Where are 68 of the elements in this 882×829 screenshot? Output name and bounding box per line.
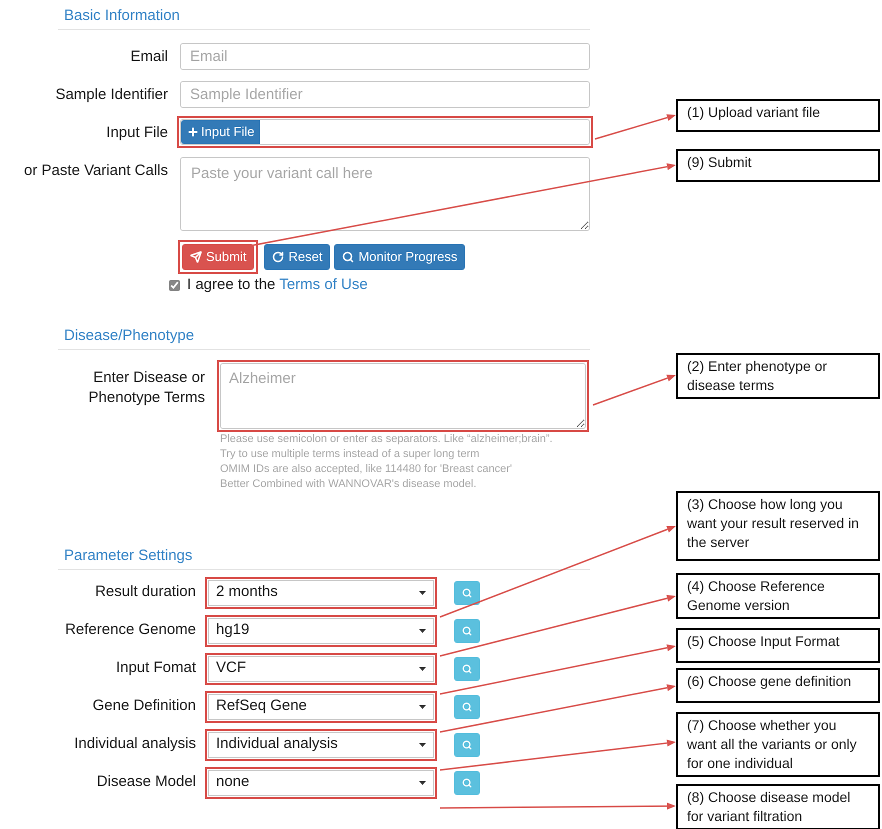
search-button[interactable] xyxy=(454,580,480,604)
select-field[interactable]: VCF xyxy=(208,656,434,682)
field-label: Result duration xyxy=(94,582,196,602)
text-field[interactable]: Email xyxy=(180,43,590,70)
section-heading: Basic Information xyxy=(64,7,180,24)
text-area[interactable]: Alzheimer xyxy=(220,362,586,428)
caret-icon xyxy=(419,742,426,746)
field-label: Phenotype Terms xyxy=(88,388,205,408)
callout-box: (6) Choose gene definition xyxy=(676,668,880,703)
callout-box: (1) Upload variant file xyxy=(676,99,880,132)
section-heading: Parameter Settings xyxy=(64,546,192,564)
field-label: Sample Identifier xyxy=(54,85,168,105)
text-field[interactable]: Sample Identifier xyxy=(180,81,590,108)
file-field[interactable]: Input File xyxy=(180,119,590,145)
refresh-icon xyxy=(272,251,284,263)
field-label: Enter Disease or xyxy=(93,368,205,388)
terms-link[interactable]: Terms of Use xyxy=(279,276,368,293)
search-icon xyxy=(462,664,472,674)
callout-box: (8) Choose disease model for variant filtration xyxy=(676,784,880,829)
paper-plane-icon xyxy=(190,251,202,263)
caret-icon xyxy=(419,666,426,670)
callout-box: (7) Choose whether you want all the variants or only for one individual xyxy=(676,712,880,777)
select-field[interactable]: hg19 xyxy=(208,618,434,644)
field-label: Email xyxy=(129,47,168,67)
agree-text: I agree to the Terms of Use xyxy=(187,275,368,295)
search-icon xyxy=(462,702,472,712)
agree-checkbox[interactable] xyxy=(169,280,180,291)
callout-box: (4) Choose Reference Genome version xyxy=(676,573,880,619)
caret-icon xyxy=(419,590,426,594)
form-button[interactable]: Monitor Progress xyxy=(334,244,466,270)
select-field[interactable]: Individual analysis xyxy=(208,732,434,758)
form-button[interactable]: Reset xyxy=(264,244,330,270)
search-button[interactable] xyxy=(454,694,480,718)
search-icon xyxy=(462,740,472,750)
field-label: Input File xyxy=(105,123,168,143)
field-label: Reference Genome xyxy=(64,620,196,640)
search-icon xyxy=(462,626,472,636)
help-text: Better Combined with WANNOVAR's disease model. xyxy=(220,476,478,492)
input-file-button[interactable]: Input File xyxy=(181,120,260,144)
caret-icon xyxy=(419,628,426,632)
caret-icon xyxy=(419,780,426,784)
field-label: Disease Model xyxy=(96,772,196,792)
callout-box: (9) Submit xyxy=(676,149,880,182)
callout-box: (3) Choose how long you want your result reserved in the server xyxy=(676,491,880,561)
field-label: Gene Definition xyxy=(92,696,196,716)
callout-box: (2) Enter phenotype or disease terms xyxy=(676,353,880,399)
select-field[interactable]: 2 months xyxy=(208,580,434,606)
field-label: or Paste Variant Calls xyxy=(23,161,168,181)
form-button[interactable]: Submit xyxy=(182,244,254,270)
search-icon xyxy=(462,588,472,598)
search-icon xyxy=(342,251,354,263)
search-button[interactable] xyxy=(454,732,480,756)
caret-icon xyxy=(419,704,426,708)
help-text: OMIM IDs are also accepted, like 114480 for 'Breast cancer' xyxy=(220,462,513,476)
search-button[interactable] xyxy=(454,770,480,794)
search-button[interactable] xyxy=(454,656,480,680)
field-label: Individual analysis xyxy=(73,734,196,754)
text-area[interactable]: Paste your variant call here xyxy=(180,157,590,231)
plus-icon xyxy=(187,126,199,138)
field-label: Input Fomat xyxy=(114,658,196,678)
select-field[interactable]: none xyxy=(208,770,434,796)
help-text: Please use semicolon or enter as separators. Like “alzheimer;brain”. xyxy=(220,432,554,446)
section-heading: Disease/Phenotype xyxy=(64,326,194,344)
search-icon xyxy=(462,778,472,788)
callout-box: (5) Choose Input Format xyxy=(676,628,880,663)
help-text: Try to use multiple terms instead of a super long term xyxy=(220,446,480,462)
search-button[interactable] xyxy=(454,618,480,642)
select-field[interactable]: RefSeq Gene xyxy=(208,694,434,720)
